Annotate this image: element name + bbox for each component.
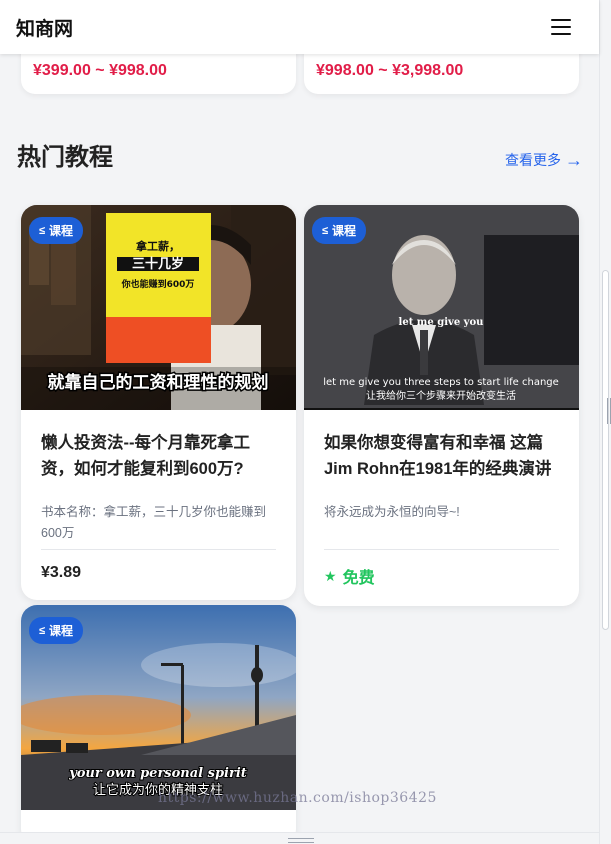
star-icon: ★ bbox=[324, 567, 337, 584]
price-value: ¥3.89 bbox=[41, 564, 82, 581]
course-badge: ≤ 课程 bbox=[29, 617, 84, 644]
see-more-link[interactable]: 查看更多 → bbox=[505, 150, 583, 170]
scrollbar-thumb[interactable] bbox=[602, 270, 609, 630]
badge-label: 课程 bbox=[49, 224, 74, 238]
side-resize-handle[interactable] bbox=[607, 398, 611, 424]
price-range: ¥399.00 ~ ¥998.00 bbox=[33, 62, 167, 79]
menu-icon[interactable] bbox=[551, 19, 571, 35]
course-title[interactable]: 如果你想变得富有和幸福 这篇Jim Rohn在1981年的经典演讲 bbox=[324, 430, 559, 482]
course-card[interactable]: let me give you let me give you three st… bbox=[304, 205, 579, 606]
bottom-resize-bar[interactable] bbox=[0, 832, 599, 844]
course-badge: ≤ 课程 bbox=[312, 217, 367, 244]
badge-label: 课程 bbox=[332, 224, 357, 238]
course-thumbnail[interactable]: your own personal spirit 让它成为你的精神支柱 ≤ 课程 bbox=[21, 605, 296, 810]
drag-handle-icon[interactable] bbox=[288, 838, 314, 843]
course-thumbnail[interactable]: let me give you let me give you three st… bbox=[304, 205, 579, 410]
arrow-right-icon: → bbox=[565, 150, 583, 170]
book-line-2: 三十几岁 bbox=[132, 256, 184, 272]
book-line-3: 你也能赚到600万 bbox=[121, 278, 195, 290]
layers-icon: ≤ bbox=[39, 224, 46, 237]
course-price: ¥3.89 bbox=[41, 550, 276, 600]
course-card[interactable]: 拿工薪， 三十几岁 你也能赚到600万 就靠自己的工资和理性的规划 ≤ 课程 懒… bbox=[21, 205, 296, 600]
thumbnail-caption: 就靠自己的工资和理性的规划 bbox=[48, 372, 269, 393]
layers-icon: ≤ bbox=[39, 624, 46, 637]
course-card[interactable]: your own personal spirit 让它成为你的精神支柱 ≤ 课程 bbox=[21, 605, 296, 844]
see-more-label: 查看更多 bbox=[505, 152, 561, 168]
thumbnail-caption-en: your own personal spirit bbox=[68, 766, 247, 781]
site-logo[interactable]: 知商网 bbox=[16, 14, 73, 41]
course-thumbnail[interactable]: 拿工薪， 三十几岁 你也能赚到600万 就靠自己的工资和理性的规划 ≤ 课程 bbox=[21, 205, 296, 410]
badge-label: 课程 bbox=[49, 624, 74, 638]
course-price: ★ 免费 bbox=[324, 550, 559, 606]
thumbnail-caption-cn: 让我给你三个步骤来开始改变生活 bbox=[366, 389, 516, 402]
thumbnail-caption-en: let me give you three steps to start lif… bbox=[323, 377, 559, 388]
thumbnail-caption-top: let me give you bbox=[399, 317, 484, 328]
course-description: 将永远成为永恒的向导~! bbox=[324, 505, 460, 519]
price-range: ¥998.00 ~ ¥3,998.00 bbox=[316, 62, 464, 79]
top-nav-bar: 知商网 bbox=[0, 0, 599, 54]
course-badge: ≤ 课程 bbox=[29, 217, 84, 244]
price-value: 免费 bbox=[342, 570, 375, 587]
layers-icon: ≤ bbox=[322, 224, 329, 237]
watermark-text: https://www.huzhan.com/ishop36425 bbox=[158, 790, 437, 806]
course-description: 书本名称：拿工薪，三十几岁你也能赚到600万 bbox=[41, 505, 267, 540]
section-title: 热门教程 bbox=[17, 144, 113, 171]
book-line-1: 拿工薪， bbox=[135, 239, 180, 253]
course-title[interactable]: 懒人投资法--每个月靠死拿工资，如何才能复利到600万? bbox=[41, 430, 276, 482]
